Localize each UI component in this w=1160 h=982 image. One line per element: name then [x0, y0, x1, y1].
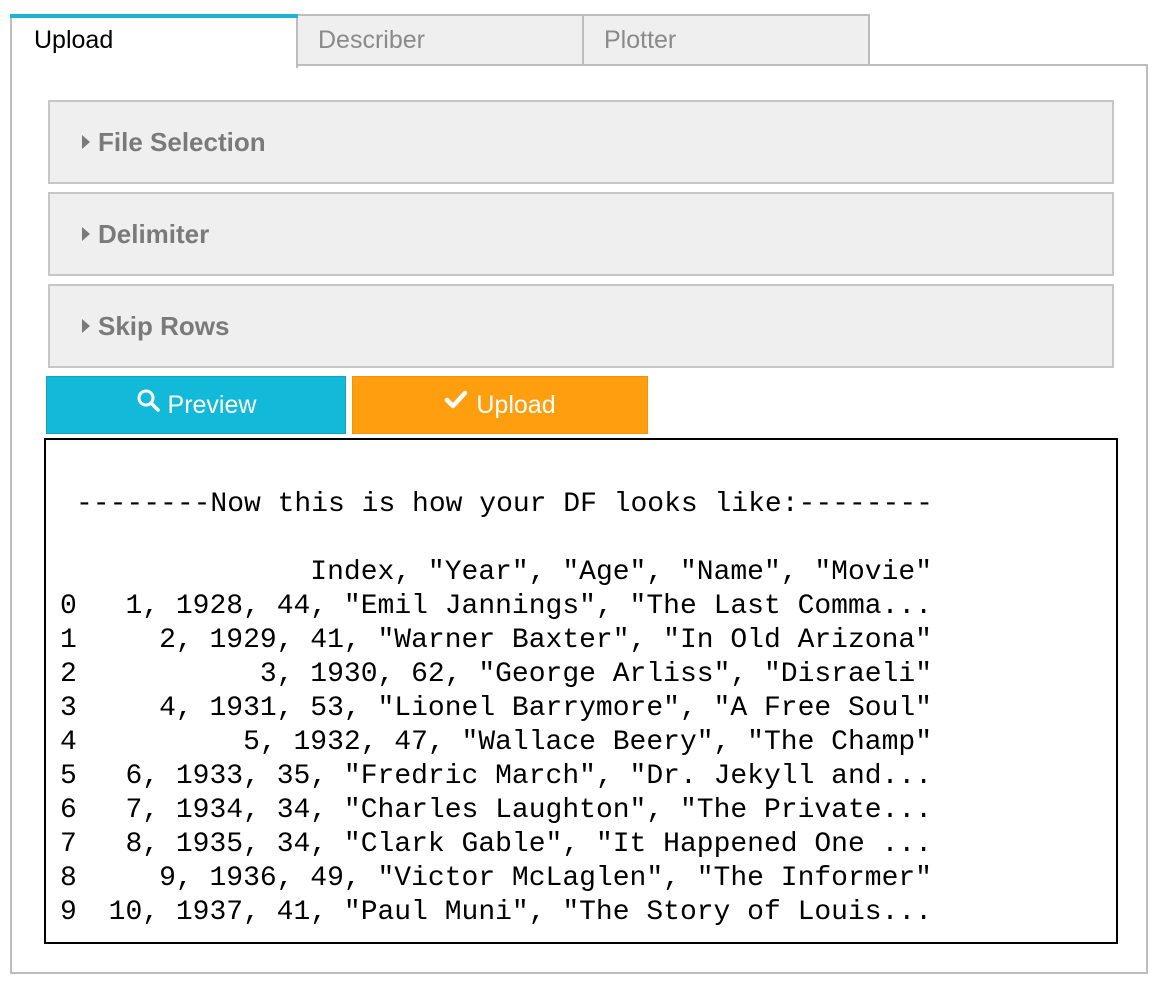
table-row: 8 9, 1936, 49, "Victor McLaglen", "The I… [46, 862, 932, 896]
upload-panel: File Selection Delimiter Skip Rows Previ… [10, 64, 1148, 974]
row-value: 9, 1936, 49, "Victor McLaglen", "The Inf… [159, 863, 932, 894]
accordion-skip-rows[interactable]: Skip Rows [48, 284, 1114, 368]
table-row: 5 6, 1933, 35, "Fredric March", "Dr. Jek… [46, 760, 932, 794]
table-row: 1 2, 1929, 41, "Warner Baxter", "In Old … [46, 624, 932, 658]
table-row: 6 7, 1934, 34, "Charles Laughton", "The … [46, 794, 932, 828]
row-value: 1, 1928, 44, "Emil Jannings", "The Last … [125, 591, 932, 622]
caret-right-icon [82, 135, 90, 149]
dataframe-header-row: Index, "Year", "Age", "Name", "Movie" [310, 557, 932, 588]
accordion-file-selection-label: File Selection [98, 127, 266, 157]
accordion-skip-rows-label: Skip Rows [98, 311, 230, 341]
table-row: 3 4, 1931, 53, "Lionel Barrymore", "A Fr… [46, 692, 932, 726]
row-index: 2 [60, 659, 77, 690]
row-index: 9 [60, 897, 77, 928]
accordion-delimiter[interactable]: Delimiter [48, 192, 1114, 276]
tab-describer[interactable]: Describer [296, 14, 584, 66]
table-row: 0 1, 1928, 44, "Emil Jannings", "The Las… [46, 590, 932, 624]
row-value: 2, 1929, 41, "Warner Baxter", "In Old Ar… [159, 625, 932, 656]
accordion-delimiter-label: Delimiter [98, 219, 210, 249]
row-index: 4 [60, 727, 77, 758]
row-index: 6 [60, 795, 77, 826]
row-value: 3, 1930, 62, "George Arliss", "Disraeli" [259, 659, 932, 690]
row-value: 4, 1931, 53, "Lionel Barrymore", "A Free… [159, 693, 932, 724]
preview-button[interactable]: Preview [46, 376, 346, 434]
row-value: 10, 1937, 41, "Paul Muni", "The Story of… [108, 897, 932, 928]
caret-right-icon [82, 319, 90, 333]
row-index: 5 [60, 761, 77, 792]
dataframe-rows: 0 1, 1928, 44, "Emil Jannings", "The Las… [46, 590, 932, 930]
row-index: 1 [60, 625, 77, 656]
tab-upload[interactable]: Upload [10, 14, 298, 68]
caret-right-icon [82, 227, 90, 241]
table-row: 2 3, 1930, 62, "George Arliss", "Disrael… [46, 658, 932, 692]
row-value: 7, 1934, 34, "Charles Laughton", "The Pr… [125, 795, 932, 826]
row-index: 8 [60, 863, 77, 894]
search-icon [136, 376, 160, 432]
tab-plotter[interactable]: Plotter [582, 14, 870, 66]
dataframe-preview-output: --------Now this is how your DF looks li… [44, 438, 1118, 944]
upload-button-label: Upload [476, 391, 556, 419]
table-row: 7 8, 1935, 34, "Clark Gable", "It Happen… [46, 828, 932, 862]
row-index: 7 [60, 829, 77, 860]
tab-plotter-label: Plotter [604, 26, 677, 54]
row-value: 8, 1935, 34, "Clark Gable", "It Happened… [125, 829, 932, 860]
table-row: 9 10, 1937, 41, "Paul Muni", "The Story … [46, 896, 932, 930]
preview-button-label: Preview [167, 391, 257, 419]
accordion-file-selection[interactable]: File Selection [48, 100, 1114, 184]
table-row: 4 5, 1932, 47, "Wallace Beery", "The Cha… [46, 726, 932, 760]
preview-heading: --------Now this is how your DF looks li… [76, 489, 933, 520]
row-index: 3 [60, 693, 77, 724]
tab-upload-label: Upload [34, 26, 114, 54]
row-value: 5, 1932, 47, "Wallace Beery", "The Champ… [243, 727, 932, 758]
upload-button[interactable]: Upload [352, 376, 648, 434]
row-value: 6, 1933, 35, "Fredric March", "Dr. Jekyl… [125, 761, 932, 792]
check-icon [444, 376, 468, 432]
tab-describer-label: Describer [318, 26, 425, 54]
row-index: 0 [60, 591, 77, 622]
